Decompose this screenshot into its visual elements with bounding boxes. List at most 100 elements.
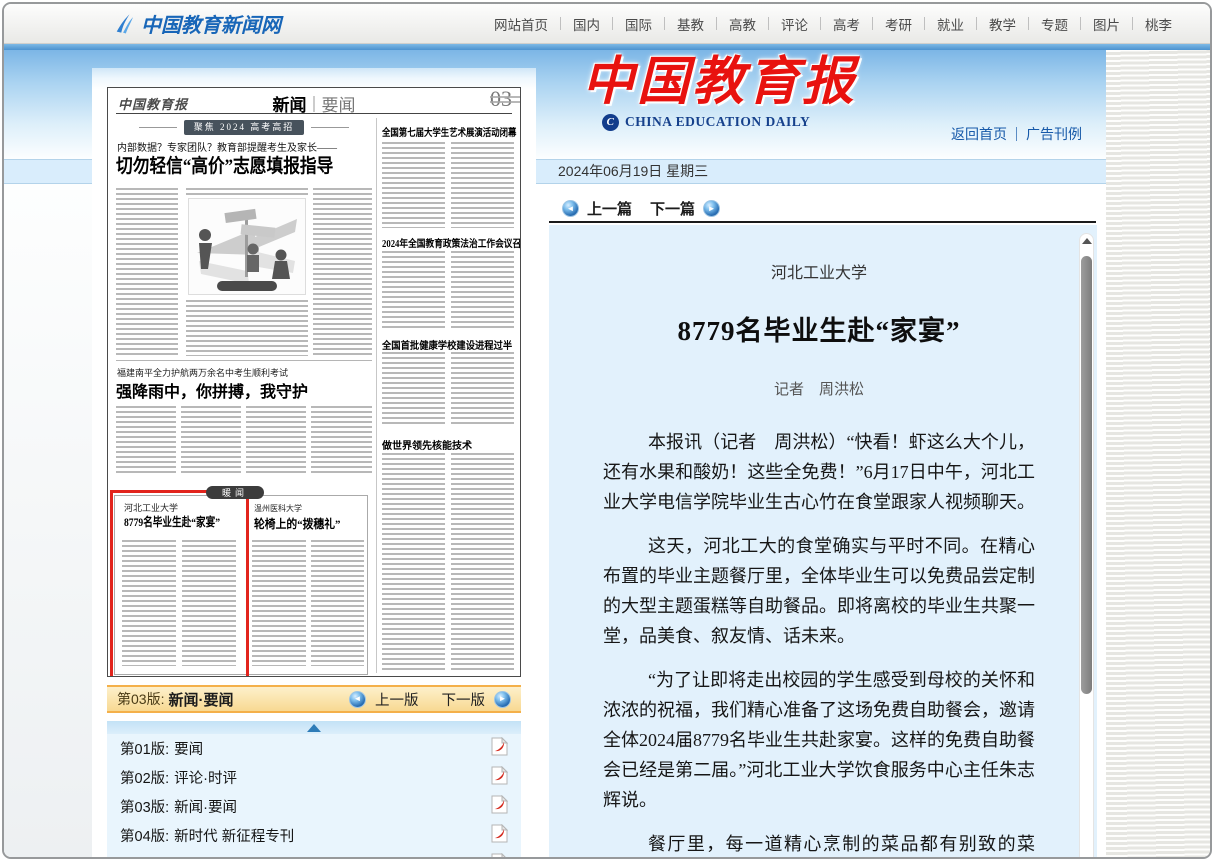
top-nav-item-comment[interactable]: 评论 xyxy=(769,14,820,34)
article-nav: ◄ 上一篇 下一篇 ► xyxy=(562,198,720,219)
pdf-icon[interactable] xyxy=(491,737,508,760)
edition-nav: ◄ 上一版 下一版 ► xyxy=(349,689,511,710)
masthead-links: 返回首页 广告刊例 xyxy=(951,124,1082,144)
fuzzy-text xyxy=(451,142,514,228)
article-paragraph: 这天，河北工大的食堂确实与平时不同。在精心布置的毕业主题餐厅里，全体毕业生可以免… xyxy=(603,531,1035,651)
np-banner-row: 聚焦 2024 高考高招 xyxy=(116,120,372,135)
np-warm-news-badge: 暖闻 xyxy=(206,486,264,499)
top-nav-item-home[interactable]: 网站首页 xyxy=(482,14,560,34)
edition-current: 第03版: 新闻·要闻 xyxy=(117,689,233,710)
np-mid-headline: 强降雨中，你拼搏，我守护 xyxy=(116,378,308,402)
article-panel: 河北工业大学 8779名毕业生赴“家宴” 记者 周洪松 本报讯（记者 周洪松）“… xyxy=(549,225,1097,857)
prev-article-icon[interactable]: ◄ xyxy=(562,200,579,217)
np-page-number-block: 03 xyxy=(490,88,512,110)
fuzzy-text xyxy=(451,251,514,329)
np-right-headline-4: 做世界领先核能技术 xyxy=(382,437,472,452)
article-kicker: 河北工业大学 xyxy=(603,259,1035,283)
pdf-icon[interactable] xyxy=(491,766,508,789)
right-gutter xyxy=(1106,50,1210,857)
article-title: 8779名毕业生赴“家宴” xyxy=(603,309,1035,348)
np-highlight-kicker: 河北工业大学 xyxy=(124,501,178,514)
paper-logo-english-text: CHINA EDUCATION DAILY xyxy=(625,114,810,130)
edition-bar: 第03版: 新闻·要闻 ◄ 上一版 下一版 ► xyxy=(107,685,521,713)
paper-logo-english: C CHINA EDUCATION DAILY xyxy=(602,114,857,131)
top-nav-item-domestic[interactable]: 国内 xyxy=(561,14,612,34)
next-edition-button[interactable]: 下一版 xyxy=(442,689,486,710)
prev-edition-icon[interactable]: ◄ xyxy=(349,691,366,708)
fuzzy-text xyxy=(382,453,445,671)
next-article-button[interactable]: 下一篇 xyxy=(650,198,695,219)
newspaper-page: 中国教育报 新闻 要闻 03 聚焦 2024 高考高招 内部数据？专家团队？教育… xyxy=(108,88,520,676)
fuzzy-text xyxy=(313,188,372,356)
article-paragraph: 本报讯（记者 周洪松）“快看！虾这么大个儿，还有水果和酸奶！这些全免费！”6月1… xyxy=(603,427,1035,517)
scroll-up-arrow[interactable] xyxy=(1082,238,1092,244)
next-edition-icon[interactable]: ► xyxy=(494,691,511,708)
edition-list-item-05[interactable]: 第05版:校长周刊 xyxy=(107,850,521,859)
pdf-icon[interactable] xyxy=(491,824,508,847)
prev-edition-button[interactable]: 上一版 xyxy=(375,689,419,710)
np-lead-headline: 切勿轻信“高价”志愿填报指导 xyxy=(116,151,333,178)
edition-list: 第01版:要闻 第02版:评论·时评 第03版:新闻·要闻 第04版:新时代 新… xyxy=(107,721,521,859)
ad-rates-link[interactable]: 广告刊例 xyxy=(1026,124,1082,144)
pdf-icon[interactable] xyxy=(491,795,508,818)
prev-article-button[interactable]: 上一篇 xyxy=(587,198,632,219)
fuzzy-text xyxy=(246,406,306,474)
site-page: 中国教育新闻网 网站首页 国内 国际 基教 高教 评论 高考 考研 就业 教学 … xyxy=(2,2,1212,859)
edition-list-item-03[interactable]: 第03版:新闻·要闻 xyxy=(107,792,521,821)
np-right-headline-1: 全国第七届大学生艺术展演活动闭幕 xyxy=(382,124,516,139)
left-column: 中国教育报 新闻 要闻 03 聚焦 2024 高考高招 内部数据？专家团队？教育… xyxy=(92,68,536,857)
np-illustration xyxy=(188,198,306,295)
top-nav-item-basic-edu[interactable]: 基教 xyxy=(665,14,716,34)
top-nav-item-gaokao[interactable]: 高考 xyxy=(821,14,872,34)
fuzzy-text xyxy=(186,300,308,356)
scroll-thumb[interactable] xyxy=(1081,256,1092,694)
np-right-headline-3: 全国首批健康学校建设进程过半 xyxy=(382,337,512,352)
site-logo-text: 中国教育新闻网 xyxy=(141,9,281,38)
scrollbar[interactable] xyxy=(1079,233,1094,859)
fuzzy-text xyxy=(382,352,445,424)
next-article-icon[interactable]: ► xyxy=(703,200,720,217)
top-nav-item-taoli[interactable]: 桃李 xyxy=(1133,14,1184,34)
top-nav-item-jobs[interactable]: 就业 xyxy=(925,14,976,34)
blue-divider xyxy=(4,44,1210,50)
paper-logo-icon: C xyxy=(602,114,619,131)
fuzzy-text xyxy=(382,142,445,228)
article-paragraph: “为了让即将走出校园的学生感受到母校的关怀和浓浓的祝福，我们精心准备了这场免费自… xyxy=(603,665,1035,815)
left-gutter xyxy=(4,184,92,857)
pdf-icon[interactable] xyxy=(491,853,508,859)
site-logo-icon xyxy=(114,12,134,35)
newspaper-page-thumbnail[interactable]: 中国教育报 新闻 要闻 03 聚焦 2024 高考高招 内部数据？专家团队？教育… xyxy=(107,87,521,677)
article-byline: 记者 周洪松 xyxy=(603,378,1035,399)
paper-logo[interactable]: 中国教育报 C CHINA EDUCATION DAILY xyxy=(582,56,857,131)
edition-current-title: 新闻·要闻 xyxy=(168,689,233,710)
np-header-rule xyxy=(116,113,512,114)
edition-list-item-02[interactable]: 第02版:评论·时评 xyxy=(107,763,521,792)
fuzzy-text xyxy=(311,540,364,666)
np-issue-meta xyxy=(490,96,521,105)
top-nav-item-kaoyan[interactable]: 考研 xyxy=(873,14,924,34)
edition-list-item-01[interactable]: 第01版:要闻 xyxy=(107,734,521,763)
fuzzy-text xyxy=(382,251,445,329)
link-divider xyxy=(1016,127,1017,141)
edition-list-item-04[interactable]: 第04版:新时代 新征程专刊 xyxy=(107,821,521,850)
date-text: 2024年06月19日 星期三 xyxy=(558,163,708,179)
np-masthead: 中国教育报 xyxy=(118,94,188,113)
np-right-headline-2: 2024年全国教育政策法治工作会议召开 xyxy=(382,235,521,250)
top-nav-item-international[interactable]: 国际 xyxy=(613,14,664,34)
top-nav-item-photos[interactable]: 图片 xyxy=(1081,14,1132,34)
fuzzy-text xyxy=(311,406,372,474)
collapse-button[interactable] xyxy=(107,721,521,734)
np-column-rule xyxy=(376,118,377,673)
site-logo[interactable]: 中国教育新闻网 xyxy=(114,9,281,38)
top-nav-item-topics[interactable]: 专题 xyxy=(1029,14,1080,34)
fuzzy-text xyxy=(186,188,308,195)
highlighted-article-box xyxy=(110,490,249,677)
article-content: 河北工业大学 8779名毕业生赴“家宴” 记者 周洪松 本报讯（记者 周洪松）“… xyxy=(549,225,1097,859)
top-nav-item-teaching[interactable]: 教学 xyxy=(977,14,1028,34)
fuzzy-text xyxy=(181,406,241,474)
fuzzy-text xyxy=(451,352,514,424)
np-second-kicker: 温州医科大学 xyxy=(254,503,302,514)
fuzzy-text xyxy=(451,453,514,671)
back-home-link[interactable]: 返回首页 xyxy=(951,124,1007,144)
top-nav-item-higher-edu[interactable]: 高教 xyxy=(717,14,768,34)
